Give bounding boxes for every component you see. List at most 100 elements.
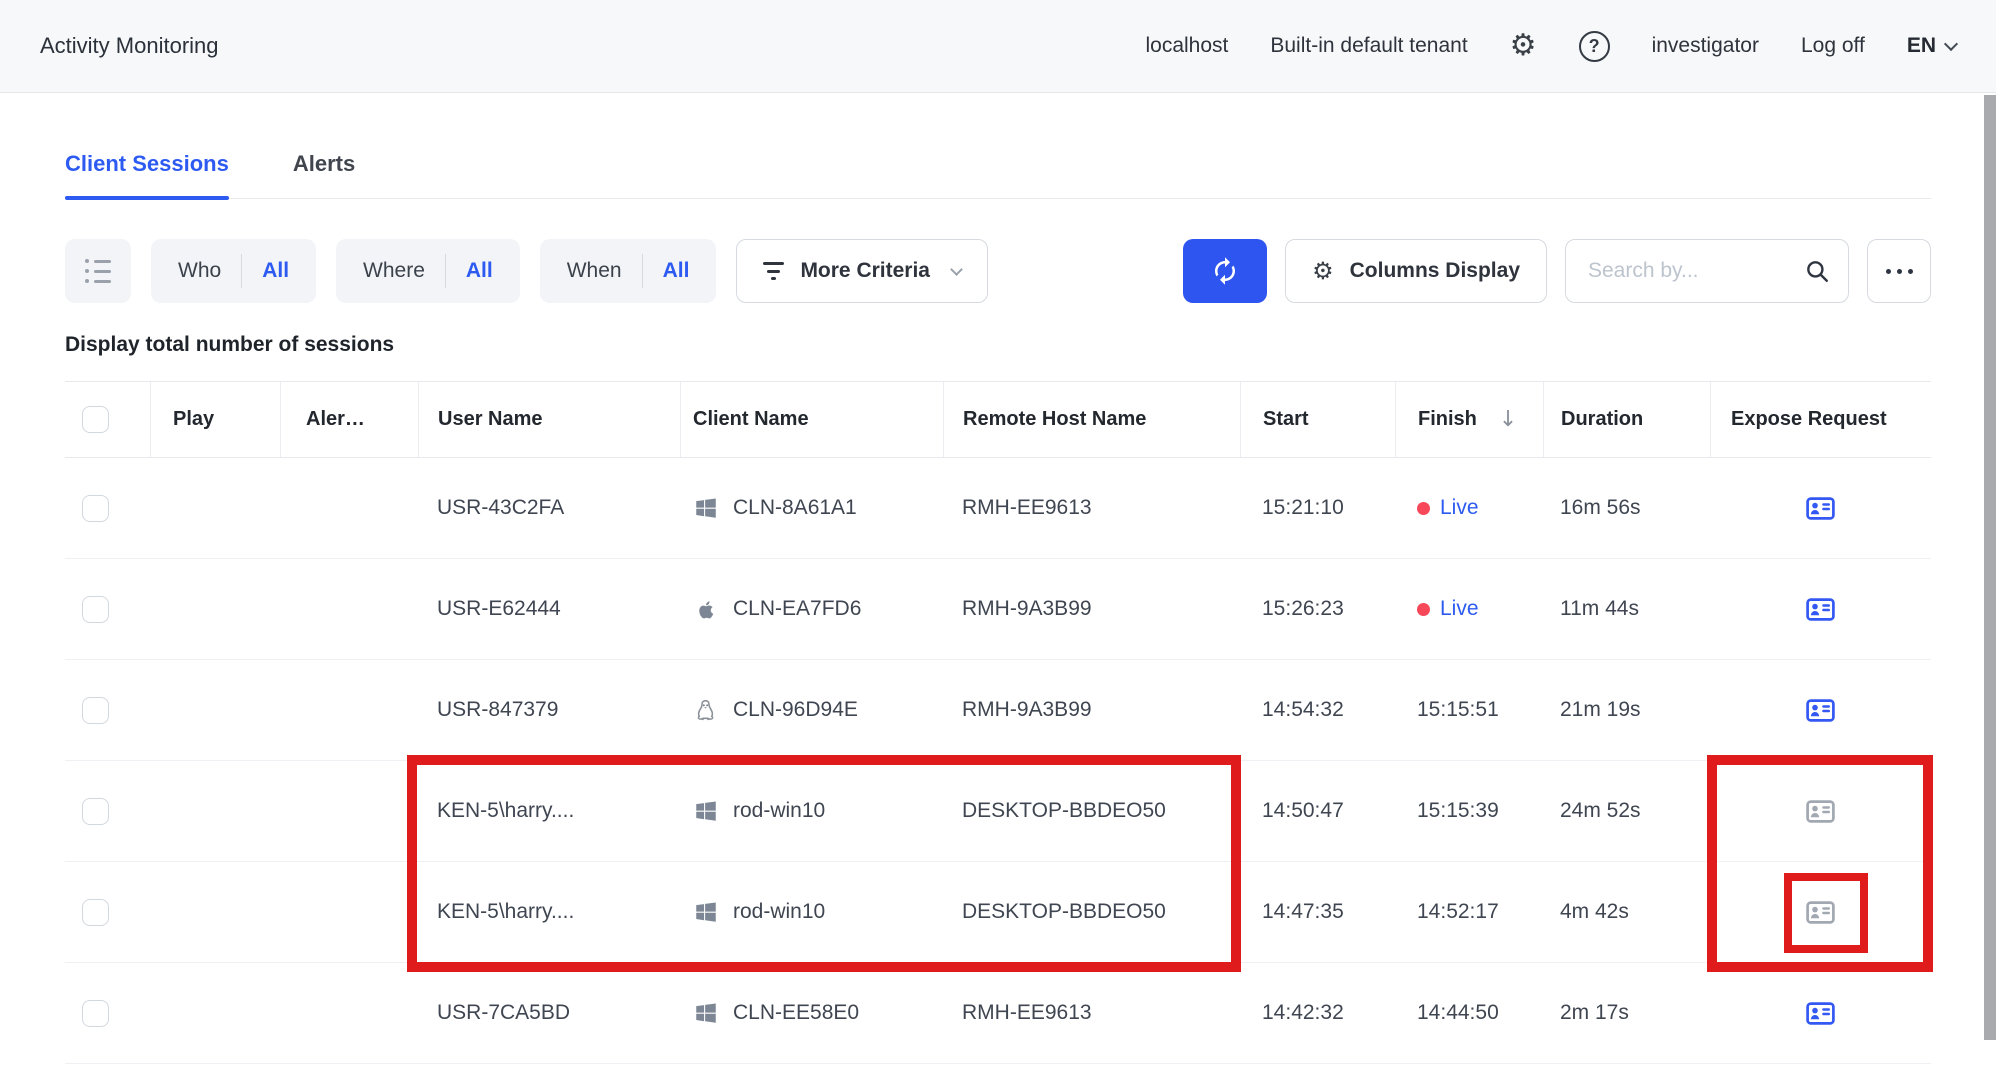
filter-when[interactable]: When All bbox=[540, 239, 717, 303]
cell-start: 14:47:35 bbox=[1240, 862, 1395, 962]
cell-client-name: CLN-8A61A1 bbox=[680, 458, 943, 558]
cell-duration: 21m 19s bbox=[1543, 660, 1710, 760]
help-icon[interactable]: ? bbox=[1579, 31, 1610, 62]
filter-toolbar: Who All Where All When All More Criteria… bbox=[65, 239, 1931, 303]
table-row[interactable]: USR-847379 CLN-96D94E RMH-9A3B99 14:54:3… bbox=[65, 660, 1931, 761]
windows-icon bbox=[692, 899, 719, 925]
filter-icon bbox=[763, 262, 784, 280]
cell-client-name: rod-win10 bbox=[680, 761, 943, 861]
logoff-button[interactable]: Log off bbox=[1801, 34, 1865, 58]
tab-alerts[interactable]: Alerts bbox=[293, 151, 355, 198]
cell-user-name: USR-E62444 bbox=[418, 559, 680, 659]
column-header-finish[interactable]: Finish ↓ bbox=[1395, 382, 1543, 457]
cell-alert bbox=[280, 862, 418, 962]
row-checkbox[interactable] bbox=[82, 899, 109, 926]
cell-client-name: CLN-EE58E0 bbox=[680, 963, 943, 1063]
live-indicator-dot bbox=[1417, 502, 1430, 515]
cell-remote-host: RMH-9A3B99 bbox=[943, 559, 1240, 659]
cell-finish: Live bbox=[1395, 458, 1543, 558]
expose-request-icon[interactable] bbox=[1806, 699, 1835, 722]
expose-request-icon[interactable] bbox=[1806, 901, 1835, 924]
cell-start: 14:50:47 bbox=[1240, 761, 1395, 861]
gear-icon: ⚙ bbox=[1312, 259, 1334, 283]
cell-user-name: KEN-5\harry.... bbox=[418, 862, 680, 962]
vertical-scrollbar[interactable] bbox=[1984, 95, 1996, 1040]
expose-request-icon[interactable] bbox=[1806, 1002, 1835, 1025]
windows-icon bbox=[692, 1000, 719, 1026]
table-row[interactable]: USR-43C2FA CLN-8A61A1 RMH-EE9613 15:21:1… bbox=[65, 458, 1931, 559]
cell-alert bbox=[280, 660, 418, 760]
cell-play bbox=[150, 458, 280, 558]
client-name-text: CLN-96D94E bbox=[733, 698, 858, 722]
filter-where[interactable]: Where All bbox=[336, 239, 520, 303]
cell-duration: 2m 17s bbox=[1543, 963, 1710, 1063]
cell-start: 14:54:32 bbox=[1240, 660, 1395, 760]
windows-icon bbox=[692, 798, 719, 824]
client-name-text: CLN-EE58E0 bbox=[733, 1001, 859, 1025]
cell-remote-host: DESKTOP-BBDEO50 bbox=[943, 862, 1240, 962]
more-criteria-button[interactable]: More Criteria bbox=[736, 239, 988, 303]
cell-play bbox=[150, 559, 280, 659]
view-list-button[interactable] bbox=[65, 239, 131, 303]
table-row[interactable]: USR-E62444 CLN-EA7FD6 RMH-9A3B99 15:26:2… bbox=[65, 559, 1931, 660]
expose-request-icon[interactable] bbox=[1806, 800, 1835, 823]
language-selector[interactable]: EN bbox=[1907, 34, 1956, 58]
sessions-table: Play Aler… User Name Client Name Remote … bbox=[65, 381, 1931, 1064]
column-header-remote[interactable]: Remote Host Name bbox=[943, 382, 1240, 457]
columns-display-label: Columns Display bbox=[1350, 259, 1520, 283]
more-actions-button[interactable] bbox=[1867, 239, 1931, 303]
client-name-text: CLN-EA7FD6 bbox=[733, 597, 861, 621]
cell-duration: 11m 44s bbox=[1543, 559, 1710, 659]
select-all-checkbox[interactable] bbox=[82, 406, 109, 433]
more-criteria-label: More Criteria bbox=[800, 259, 930, 283]
cell-expose-request bbox=[1710, 862, 1931, 962]
table-header-row: Play Aler… User Name Client Name Remote … bbox=[65, 381, 1931, 458]
chevron-down-icon bbox=[1944, 36, 1958, 50]
row-checkbox[interactable] bbox=[82, 697, 109, 724]
display-total-link[interactable]: Display total number of sessions bbox=[65, 333, 1931, 357]
row-checkbox[interactable] bbox=[82, 1000, 109, 1027]
sort-desc-icon[interactable]: ↓ bbox=[1499, 407, 1517, 432]
chevron-down-icon bbox=[950, 263, 963, 276]
table-row[interactable]: KEN-5\harry.... rod-win10 DESKTOP-BBDEO5… bbox=[65, 862, 1931, 963]
column-header-user[interactable]: User Name bbox=[418, 382, 680, 457]
column-header-alert[interactable]: Aler… bbox=[280, 382, 418, 457]
cell-alert bbox=[280, 761, 418, 861]
row-checkbox[interactable] bbox=[82, 596, 109, 623]
cell-play bbox=[150, 761, 280, 861]
search-input[interactable] bbox=[1588, 259, 1794, 283]
column-header-play[interactable]: Play bbox=[150, 382, 280, 457]
expose-request-icon[interactable] bbox=[1806, 598, 1835, 621]
cell-expose-request bbox=[1710, 761, 1931, 861]
settings-gear-icon[interactable]: ⚙ bbox=[1510, 31, 1537, 61]
search-icon[interactable] bbox=[1804, 258, 1830, 284]
windows-icon bbox=[692, 495, 719, 521]
host-label: localhost bbox=[1145, 34, 1228, 58]
cell-start: 15:26:23 bbox=[1240, 559, 1395, 659]
row-checkbox[interactable] bbox=[82, 495, 109, 522]
column-header-duration[interactable]: Duration bbox=[1543, 382, 1710, 457]
column-header-client[interactable]: Client Name bbox=[680, 382, 943, 457]
cell-start: 15:21:10 bbox=[1240, 458, 1395, 558]
cell-client-name: CLN-96D94E bbox=[680, 660, 943, 760]
filter-who[interactable]: Who All bbox=[151, 239, 316, 303]
tab-client-sessions[interactable]: Client Sessions bbox=[65, 151, 229, 198]
tabs-bar: Client Sessions Alerts bbox=[65, 151, 1931, 199]
cell-remote-host: RMH-EE9613 bbox=[943, 963, 1240, 1063]
client-name-text: CLN-8A61A1 bbox=[733, 496, 857, 520]
expose-request-icon[interactable] bbox=[1806, 497, 1835, 520]
column-header-start[interactable]: Start bbox=[1240, 382, 1395, 457]
cell-user-name: USR-43C2FA bbox=[418, 458, 680, 558]
ellipsis-icon bbox=[1908, 269, 1913, 274]
when-label: When bbox=[567, 259, 622, 283]
refresh-button[interactable] bbox=[1183, 239, 1267, 303]
row-checkbox[interactable] bbox=[82, 798, 109, 825]
columns-display-button[interactable]: ⚙ Columns Display bbox=[1285, 239, 1547, 303]
cell-expose-request bbox=[1710, 559, 1931, 659]
cell-finish: 15:15:39 bbox=[1395, 761, 1543, 861]
ellipsis-icon bbox=[1897, 269, 1902, 274]
table-row[interactable]: USR-7CA5BD CLN-EE58E0 RMH-EE9613 14:42:3… bbox=[65, 963, 1931, 1064]
column-header-expose[interactable]: Expose Request bbox=[1710, 382, 1931, 457]
cell-expose-request bbox=[1710, 660, 1931, 760]
table-row[interactable]: KEN-5\harry.... rod-win10 DESKTOP-BBDEO5… bbox=[65, 761, 1931, 862]
